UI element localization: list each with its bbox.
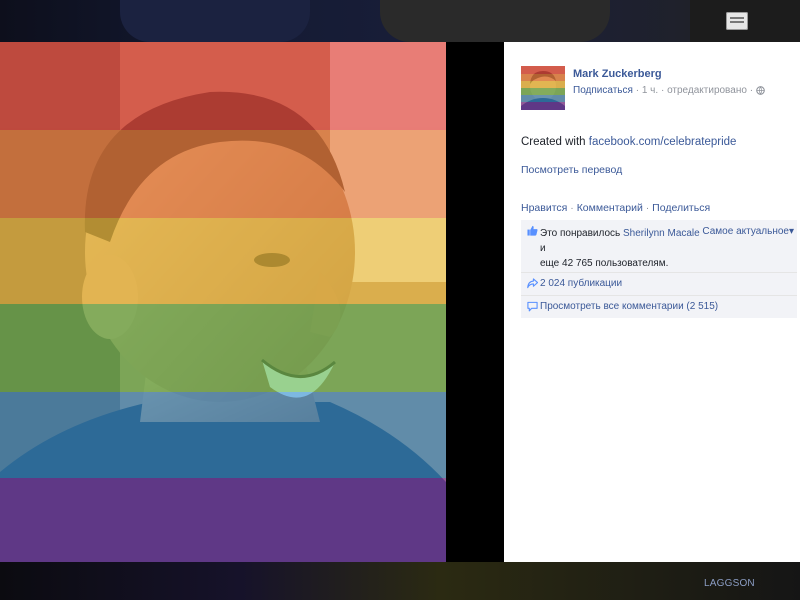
likes-row: Это понравилось Sherilynn Macale и еще 4… bbox=[521, 220, 797, 273]
action-separator: · bbox=[645, 202, 650, 214]
post-actions: Нравится · Комментарий · Поделиться bbox=[521, 202, 710, 214]
shares-count-link[interactable]: 2 024 публикации bbox=[540, 278, 622, 289]
likes-summary: Это понравилось Sherilynn Macale и еще 4… bbox=[540, 226, 700, 271]
share-link[interactable]: Поделиться bbox=[652, 202, 710, 214]
likes-others-link[interactable]: еще 42 765 пользователям. bbox=[540, 258, 668, 269]
close-icon[interactable] bbox=[726, 12, 748, 30]
post-meta: Подписаться · 1 ч. · отредактировано · bbox=[573, 85, 765, 98]
comments-row[interactable]: Просмотреть все комментарии (2 515) bbox=[521, 296, 797, 318]
view-all-comments-link[interactable]: Просмотреть все комментарии (2 515) bbox=[540, 301, 718, 312]
likes-and: и bbox=[540, 243, 546, 254]
background-bottom bbox=[0, 562, 800, 600]
see-translation-link[interactable]: Посмотреть перевод bbox=[521, 164, 622, 176]
background-blob bbox=[380, 0, 610, 42]
background-link[interactable]: LAGGSON bbox=[704, 578, 755, 589]
feedback-box: Это понравилось Sherilynn Macale и еще 4… bbox=[521, 220, 797, 318]
chevron-down-icon: ▾ bbox=[788, 226, 794, 237]
meta-separator: · bbox=[635, 85, 640, 96]
background-blob bbox=[120, 0, 310, 42]
liker-name[interactable]: Sherilynn Macale bbox=[623, 228, 700, 239]
speech-bubble-icon bbox=[527, 301, 538, 312]
edited-label[interactable]: отредактировано bbox=[667, 85, 747, 96]
photo-gutter bbox=[446, 42, 504, 562]
subscribe-link[interactable]: Подписаться bbox=[573, 85, 633, 96]
caption-link[interactable]: facebook.com/celebratepride bbox=[589, 136, 737, 148]
author-name[interactable]: Mark Zuckerberg bbox=[573, 68, 662, 80]
thumbs-up-icon bbox=[527, 225, 538, 236]
post-time[interactable]: 1 ч. bbox=[642, 85, 658, 96]
post-caption: Created with facebook.com/celebratepride bbox=[521, 136, 736, 148]
action-separator: · bbox=[570, 202, 574, 214]
comment-link[interactable]: Комментарий bbox=[577, 202, 643, 214]
like-link[interactable]: Нравится bbox=[521, 202, 567, 214]
share-arrow-icon bbox=[527, 278, 539, 289]
globe-icon bbox=[755, 86, 765, 98]
meta-separator: · bbox=[749, 85, 754, 96]
sort-label: Самое актуальное bbox=[702, 226, 789, 237]
post-panel: Mark Zuckerberg Подписаться · 1 ч. · отр… bbox=[504, 42, 800, 562]
comment-sort-dropdown[interactable]: Самое актуальное▾ bbox=[702, 226, 794, 237]
post-photo[interactable] bbox=[0, 42, 446, 562]
shares-row[interactable]: 2 024 публикации bbox=[521, 273, 797, 296]
caption-text: Created with bbox=[521, 136, 586, 148]
avatar[interactable] bbox=[521, 66, 565, 110]
meta-separator: · bbox=[660, 85, 665, 96]
likes-prefix: Это понравилось bbox=[540, 228, 621, 239]
